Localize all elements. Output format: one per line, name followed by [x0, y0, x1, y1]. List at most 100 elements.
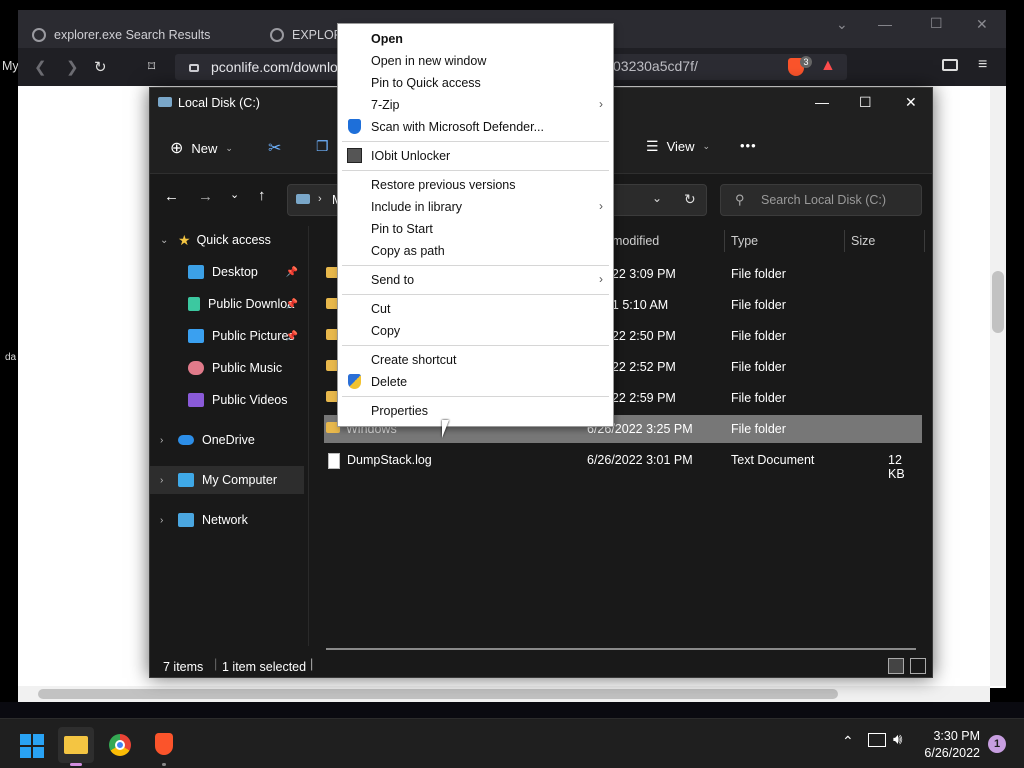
- reload-icon[interactable]: ↻: [94, 58, 107, 76]
- brave-icon[interactable]: [146, 727, 182, 766]
- view-label: View: [666, 139, 695, 154]
- network-status-icon[interactable]: [868, 733, 886, 747]
- chevron-up-icon[interactable]: ⌃: [842, 733, 854, 750]
- page-horizontal-scrollbar[interactable]: [18, 686, 990, 702]
- browser-close-button[interactable]: ✕: [976, 16, 988, 33]
- explorer-maximize-button[interactable]: ☐: [859, 94, 872, 111]
- nav-label: Public Pictures: [212, 329, 295, 343]
- menu-item-open-new-window[interactable]: Open in new window: [338, 50, 613, 72]
- tiles-view-icon[interactable]: [910, 658, 926, 674]
- column-divider[interactable]: [924, 230, 925, 252]
- menu-item-cut[interactable]: Cut: [338, 298, 613, 320]
- details-view-icon[interactable]: [888, 658, 904, 674]
- file-list-horizontal-scrollbar[interactable]: [326, 648, 916, 650]
- nav-quick-access[interactable]: ⌄ ★ Quick access: [150, 226, 304, 254]
- nav-label: Public Videos: [212, 393, 288, 407]
- menu-item-properties[interactable]: Properties: [338, 400, 613, 422]
- browser-minimize-button[interactable]: —: [878, 16, 892, 32]
- menu-item-delete[interactable]: Delete: [338, 371, 613, 393]
- column-header-type[interactable]: Type: [731, 234, 758, 248]
- chrome-icon[interactable]: [102, 727, 138, 763]
- nav-onedrive[interactable]: › OneDrive: [150, 426, 304, 454]
- breadcrumb-chevron-icon: ›: [318, 193, 322, 205]
- column-header-modified[interactable]: modified: [612, 234, 659, 248]
- tab-list-chevron-icon[interactable]: ⌄: [836, 16, 848, 33]
- menu-item-include-in-library[interactable]: Include in library ›: [338, 196, 613, 218]
- explorer-close-button[interactable]: ✕: [905, 94, 917, 111]
- menu-item-open[interactable]: Open: [338, 28, 613, 50]
- new-button[interactable]: ⊕ New ⌄: [170, 138, 233, 158]
- column-header-size[interactable]: Size: [851, 234, 875, 248]
- menu-item-send-to[interactable]: Send to ›: [338, 269, 613, 291]
- menu-item-scan-defender[interactable]: Scan with Microsoft Defender...: [338, 116, 613, 138]
- address-dropdown-icon[interactable]: ⌄: [652, 191, 662, 205]
- brave-shields-count: 3: [800, 56, 812, 68]
- star-icon: ★: [178, 231, 191, 248]
- brave-rewards-icon[interactable]: ▲: [820, 57, 836, 75]
- forward-arrow-icon[interactable]: →: [198, 188, 213, 205]
- menu-item-label: Pin to Start: [371, 222, 433, 236]
- page-vertical-scrollbar[interactable]: [990, 86, 1006, 686]
- column-divider[interactable]: [844, 230, 845, 252]
- view-icon: ☰: [646, 138, 659, 154]
- menu-icon[interactable]: ≡: [978, 56, 987, 74]
- menu-item-restore-previous-versions[interactable]: Restore previous versions: [338, 174, 613, 196]
- nav-network[interactable]: › Network: [150, 506, 304, 534]
- row-size: 12 KB: [888, 453, 905, 481]
- nav-item-public-downloads[interactable]: Public Downloa 📌: [150, 290, 304, 318]
- clock-time[interactable]: 3:30 PM: [933, 729, 980, 743]
- nav-label: OneDrive: [202, 433, 255, 447]
- start-icon[interactable]: [14, 727, 50, 763]
- nav-item-public-pictures[interactable]: Public Pictures 📌: [150, 322, 304, 350]
- chevron-right-icon: ›: [160, 434, 164, 446]
- column-divider[interactable]: [724, 230, 725, 252]
- drive-icon: [158, 97, 172, 107]
- browser-tab-active[interactable]: EXPLOR: [270, 22, 343, 48]
- menu-item-copy-as-path[interactable]: Copy as path: [338, 240, 613, 262]
- wallet-icon[interactable]: [942, 59, 958, 71]
- menu-item-label: Delete: [371, 375, 408, 389]
- explorer-minimize-button[interactable]: —: [815, 94, 829, 110]
- explorer-title: Local Disk (C:): [178, 96, 260, 110]
- more-options-button[interactable]: •••: [740, 138, 757, 153]
- menu-item-pin-quick-access[interactable]: Pin to Quick access: [338, 72, 613, 94]
- scroll-thumb[interactable]: [992, 271, 1004, 333]
- menu-item-label: 7-Zip: [371, 98, 400, 112]
- menu-item-label: Open in new window: [371, 54, 487, 68]
- menu-item-pin-to-start[interactable]: Pin to Start: [338, 218, 613, 240]
- menu-item-7zip[interactable]: 7-Zip ›: [338, 94, 613, 116]
- cut-icon[interactable]: ✂: [268, 138, 281, 158]
- menu-item-label: Pin to Quick access: [371, 76, 481, 90]
- back-arrow-icon[interactable]: ←: [164, 188, 179, 205]
- nav-item-public-videos[interactable]: Public Videos: [150, 386, 304, 414]
- nav-my-computer[interactable]: › My Computer: [150, 466, 304, 494]
- chevron-down-icon: ⌄: [160, 234, 169, 246]
- file-explorer-icon[interactable]: [58, 727, 94, 766]
- refresh-icon[interactable]: ↻: [684, 191, 696, 208]
- recent-locations-chevron-icon[interactable]: ⌄: [230, 188, 239, 201]
- search-input[interactable]: ⚲ Search Local Disk (C:): [720, 184, 922, 216]
- scroll-thumb[interactable]: [38, 689, 838, 699]
- up-arrow-icon[interactable]: ↑: [258, 187, 266, 204]
- clock-date[interactable]: 6/26/2022: [924, 746, 980, 760]
- notification-badge[interactable]: 1: [988, 735, 1006, 753]
- drive-icon: [296, 194, 310, 204]
- nav-item-desktop[interactable]: Desktop 📌: [150, 258, 304, 286]
- volume-icon[interactable]: 🔊︎: [893, 731, 902, 748]
- nav-item-public-music[interactable]: Public Music: [150, 354, 304, 382]
- download-icon: [188, 297, 200, 311]
- menu-item-create-shortcut[interactable]: Create shortcut: [338, 349, 613, 371]
- view-button[interactable]: ☰ View ⌄: [646, 138, 710, 155]
- browser-maximize-button[interactable]: ☐: [930, 15, 943, 32]
- table-row[interactable]: DumpStack.log 6/26/2022 3:01 PM Text Doc…: [324, 446, 922, 481]
- back-icon[interactable]: ❮: [34, 58, 47, 76]
- copy-icon[interactable]: ❐: [316, 138, 329, 155]
- browser-tab[interactable]: explorer.exe Search Results: [32, 22, 210, 48]
- desktop-background: [0, 702, 1024, 718]
- forward-icon[interactable]: ❯: [66, 58, 79, 76]
- menu-item-iobit-unlocker[interactable]: IObit Unlocker: [338, 145, 613, 167]
- context-menu: Open Open in new window Pin to Quick acc…: [337, 23, 614, 427]
- row-type: File folder: [731, 267, 786, 281]
- menu-item-copy[interactable]: Copy: [338, 320, 613, 342]
- bookmark-icon[interactable]: ⌑: [148, 58, 155, 75]
